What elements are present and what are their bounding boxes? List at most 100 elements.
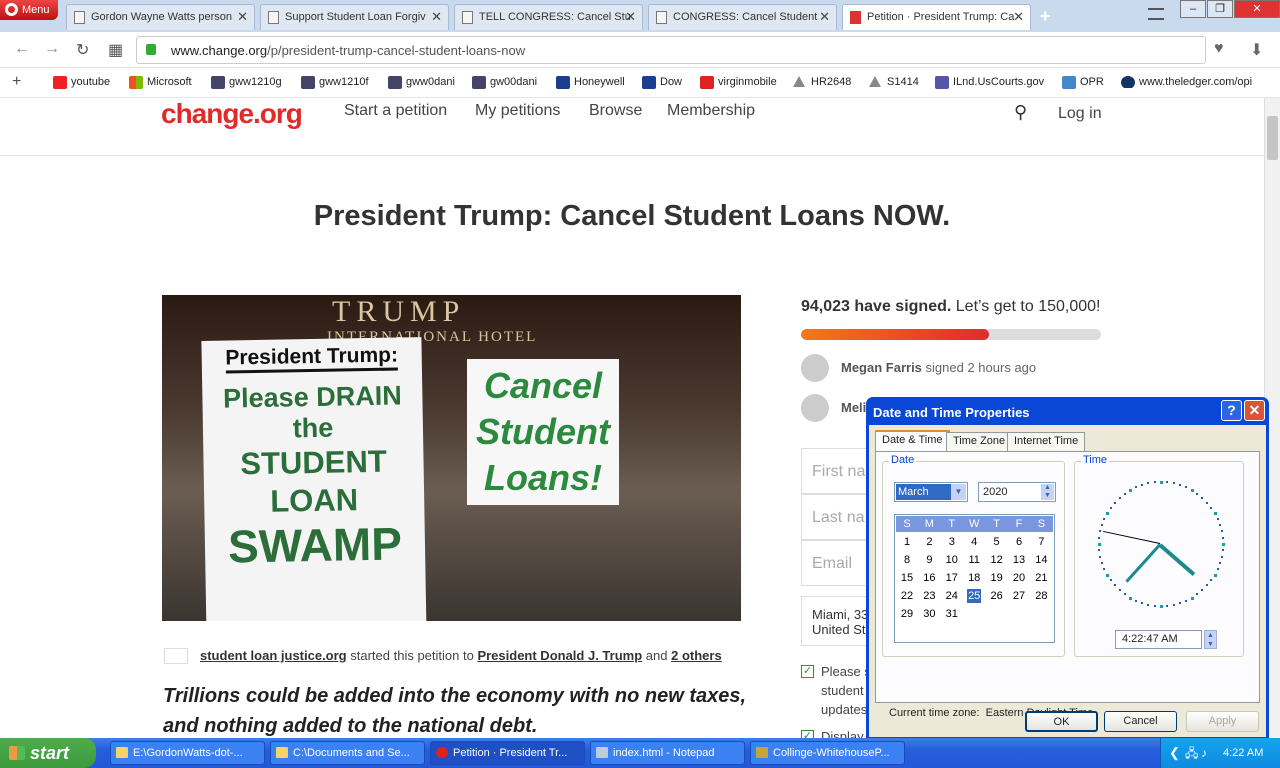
close-tab-icon[interactable]: ✕: [625, 5, 636, 29]
calendar-day[interactable]: 17: [941, 571, 963, 585]
start-button[interactable]: start: [0, 738, 96, 768]
close-tab-icon[interactable]: ✕: [1013, 5, 1024, 29]
opera-menu-button[interactable]: Menu: [0, 0, 58, 20]
calendar-day[interactable]: 11: [963, 553, 985, 567]
calendar-day[interactable]: 26: [986, 589, 1008, 603]
close-tab-icon[interactable]: ✕: [237, 5, 248, 29]
minimize-window-button[interactable]: –: [1180, 0, 1206, 18]
browser-tab[interactable]: Gordon Wayne Watts person ✕: [66, 4, 255, 30]
tray-expand-icon[interactable]: ❮: [1169, 738, 1180, 768]
bookmark-honeywell[interactable]: Honeywell: [556, 76, 625, 89]
spinner-arrows-icon[interactable]: ▲ ▼: [1041, 484, 1054, 500]
close-tab-icon[interactable]: ✕: [819, 5, 830, 29]
url-field[interactable]: www.change.org/p/president-trump-cancel-…: [136, 36, 1206, 64]
change-org-logo[interactable]: change.org: [161, 98, 303, 130]
taskbar-item[interactable]: index.html - Notepad: [590, 741, 745, 765]
ok-button[interactable]: OK: [1025, 711, 1098, 732]
calendar-day[interactable]: 14: [1030, 553, 1052, 567]
calendar-day[interactable]: 1: [896, 535, 918, 549]
calendar-day[interactable]: 9: [918, 553, 940, 567]
speed-dial-grid-icon[interactable]: ▦: [108, 40, 123, 60]
calendar-day[interactable]: 2: [918, 535, 940, 549]
browser-tab[interactable]: CONGRESS: Cancel Student ✕: [648, 4, 837, 30]
help-button[interactable]: ?: [1221, 400, 1242, 421]
tab-time-zone[interactable]: Time Zone: [946, 432, 1013, 451]
calendar-day[interactable]: 12: [986, 553, 1008, 567]
others-link[interactable]: 2 others: [671, 648, 722, 663]
apply-button[interactable]: Apply: [1186, 711, 1259, 732]
time-field[interactable]: 4:22:47 AM: [1115, 630, 1202, 649]
starter-link[interactable]: student loan justice.org: [200, 648, 347, 663]
year-spinner[interactable]: 2020 ▲ ▼: [978, 482, 1056, 502]
restore-window-button[interactable]: ❐: [1207, 0, 1233, 18]
heart-bookmark-icon[interactable]: ♥: [1214, 40, 1224, 58]
bookmark-microsoft[interactable]: Microsoft: [129, 76, 192, 89]
updates-checkbox[interactable]: ✓: [801, 665, 814, 678]
nav-start-petition[interactable]: Start a petition: [344, 102, 447, 120]
bookmark-gww0dani[interactable]: gww0dani: [388, 76, 455, 89]
bookmark-gw00dani[interactable]: gw00dani: [472, 76, 537, 89]
calendar-day[interactable]: 16: [918, 571, 940, 585]
calendar-day[interactable]: 7: [1030, 535, 1052, 549]
browser-tab[interactable]: Support Student Loan Forgiv ✕: [260, 4, 449, 30]
network-icon[interactable]: 🖧: [1185, 738, 1198, 768]
bookmark-dow[interactable]: Dow: [642, 76, 682, 89]
tab-internet-time[interactable]: Internet Time: [1007, 432, 1086, 451]
calendar-day[interactable]: 6: [1008, 535, 1030, 549]
time-spinner-icon[interactable]: ▲ ▼: [1204, 630, 1217, 649]
nav-membership[interactable]: Membership: [667, 102, 755, 120]
bookmark-ilnd-uscourts[interactable]: ILnd.UsCourts.gov: [935, 76, 1044, 89]
bookmark-theledger[interactable]: www.theledger.com/opi: [1121, 76, 1255, 88]
calendar-day[interactable]: 23: [918, 589, 940, 603]
calendar-day[interactable]: 8: [896, 553, 918, 567]
login-link[interactable]: Log in: [1058, 105, 1102, 123]
new-tab-plus-icon[interactable]: +: [1040, 6, 1051, 27]
calendar-day[interactable]: 31: [941, 607, 963, 621]
bookmark-gww1210f[interactable]: gww1210f: [301, 76, 369, 89]
taskbar-item[interactable]: C:\Documents and Se...: [270, 741, 425, 765]
bookmark-s1414[interactable]: S1414: [869, 76, 919, 88]
calendar-day[interactable]: 13: [1008, 553, 1030, 567]
forward-arrow-icon[interactable]: →: [44, 40, 60, 58]
nav-my-petitions[interactable]: My petitions: [475, 102, 560, 120]
calendar-day[interactable]: 28: [1030, 589, 1052, 603]
taskbar-item[interactable]: Collinge-WhitehouseP...: [750, 741, 905, 765]
back-arrow-icon[interactable]: ←: [14, 40, 30, 58]
calendar-day[interactable]: 21: [1030, 571, 1052, 585]
reload-icon[interactable]: ↻: [76, 40, 89, 60]
target-link[interactable]: President Donald J. Trump: [477, 648, 642, 663]
volume-icon[interactable]: ♪: [1201, 738, 1207, 768]
month-select[interactable]: March ▼: [894, 482, 968, 502]
download-icon[interactable]: ⬇: [1250, 40, 1263, 60]
tab-menu-icon[interactable]: [1148, 8, 1164, 20]
bookmark-hr2648[interactable]: HR2648: [793, 76, 851, 88]
cancel-button[interactable]: Cancel: [1104, 711, 1177, 732]
tab-date-time[interactable]: Date & Time: [875, 430, 950, 452]
taskbar-item-active[interactable]: Petition · President Tr...: [430, 741, 585, 765]
calendar-day[interactable]: 30: [918, 607, 940, 621]
calendar-day[interactable]: 22: [896, 589, 918, 603]
browser-tab[interactable]: TELL CONGRESS: Cancel Stu ✕: [454, 4, 643, 30]
add-bookmark-plus-icon[interactable]: +: [12, 73, 21, 91]
taskbar-item[interactable]: E:\GordonWatts-dot-...: [110, 741, 265, 765]
close-tab-icon[interactable]: ✕: [431, 5, 442, 29]
calendar-day[interactable]: 4: [963, 535, 985, 549]
search-icon[interactable]: ⚲: [1014, 102, 1027, 123]
calendar-day[interactable]: 27: [1008, 589, 1030, 603]
calendar-day[interactable]: 15: [896, 571, 918, 585]
calendar-day[interactable]: 24: [941, 589, 963, 603]
calendar-day[interactable]: 3: [941, 535, 963, 549]
bookmark-youtube[interactable]: youtube: [53, 76, 110, 89]
calendar-day[interactable]: 10: [941, 553, 963, 567]
calendar-day[interactable]: 29: [896, 607, 918, 621]
bookmark-virginmobile[interactable]: virginmobile: [700, 76, 777, 89]
nav-browse[interactable]: Browse: [589, 102, 642, 120]
scrollbar-thumb[interactable]: [1267, 116, 1278, 160]
calendar-day-selected[interactable]: 25: [967, 589, 982, 603]
calendar-day[interactable]: 19: [986, 571, 1008, 585]
display-checkbox[interactable]: ✓: [801, 730, 814, 738]
close-window-button[interactable]: ✕: [1234, 0, 1280, 18]
browser-tab-active[interactable]: Petition · President Trump: Ca ✕: [842, 4, 1031, 30]
calendar-day[interactable]: 18: [963, 571, 985, 585]
bookmark-opr[interactable]: OPR: [1062, 76, 1104, 89]
